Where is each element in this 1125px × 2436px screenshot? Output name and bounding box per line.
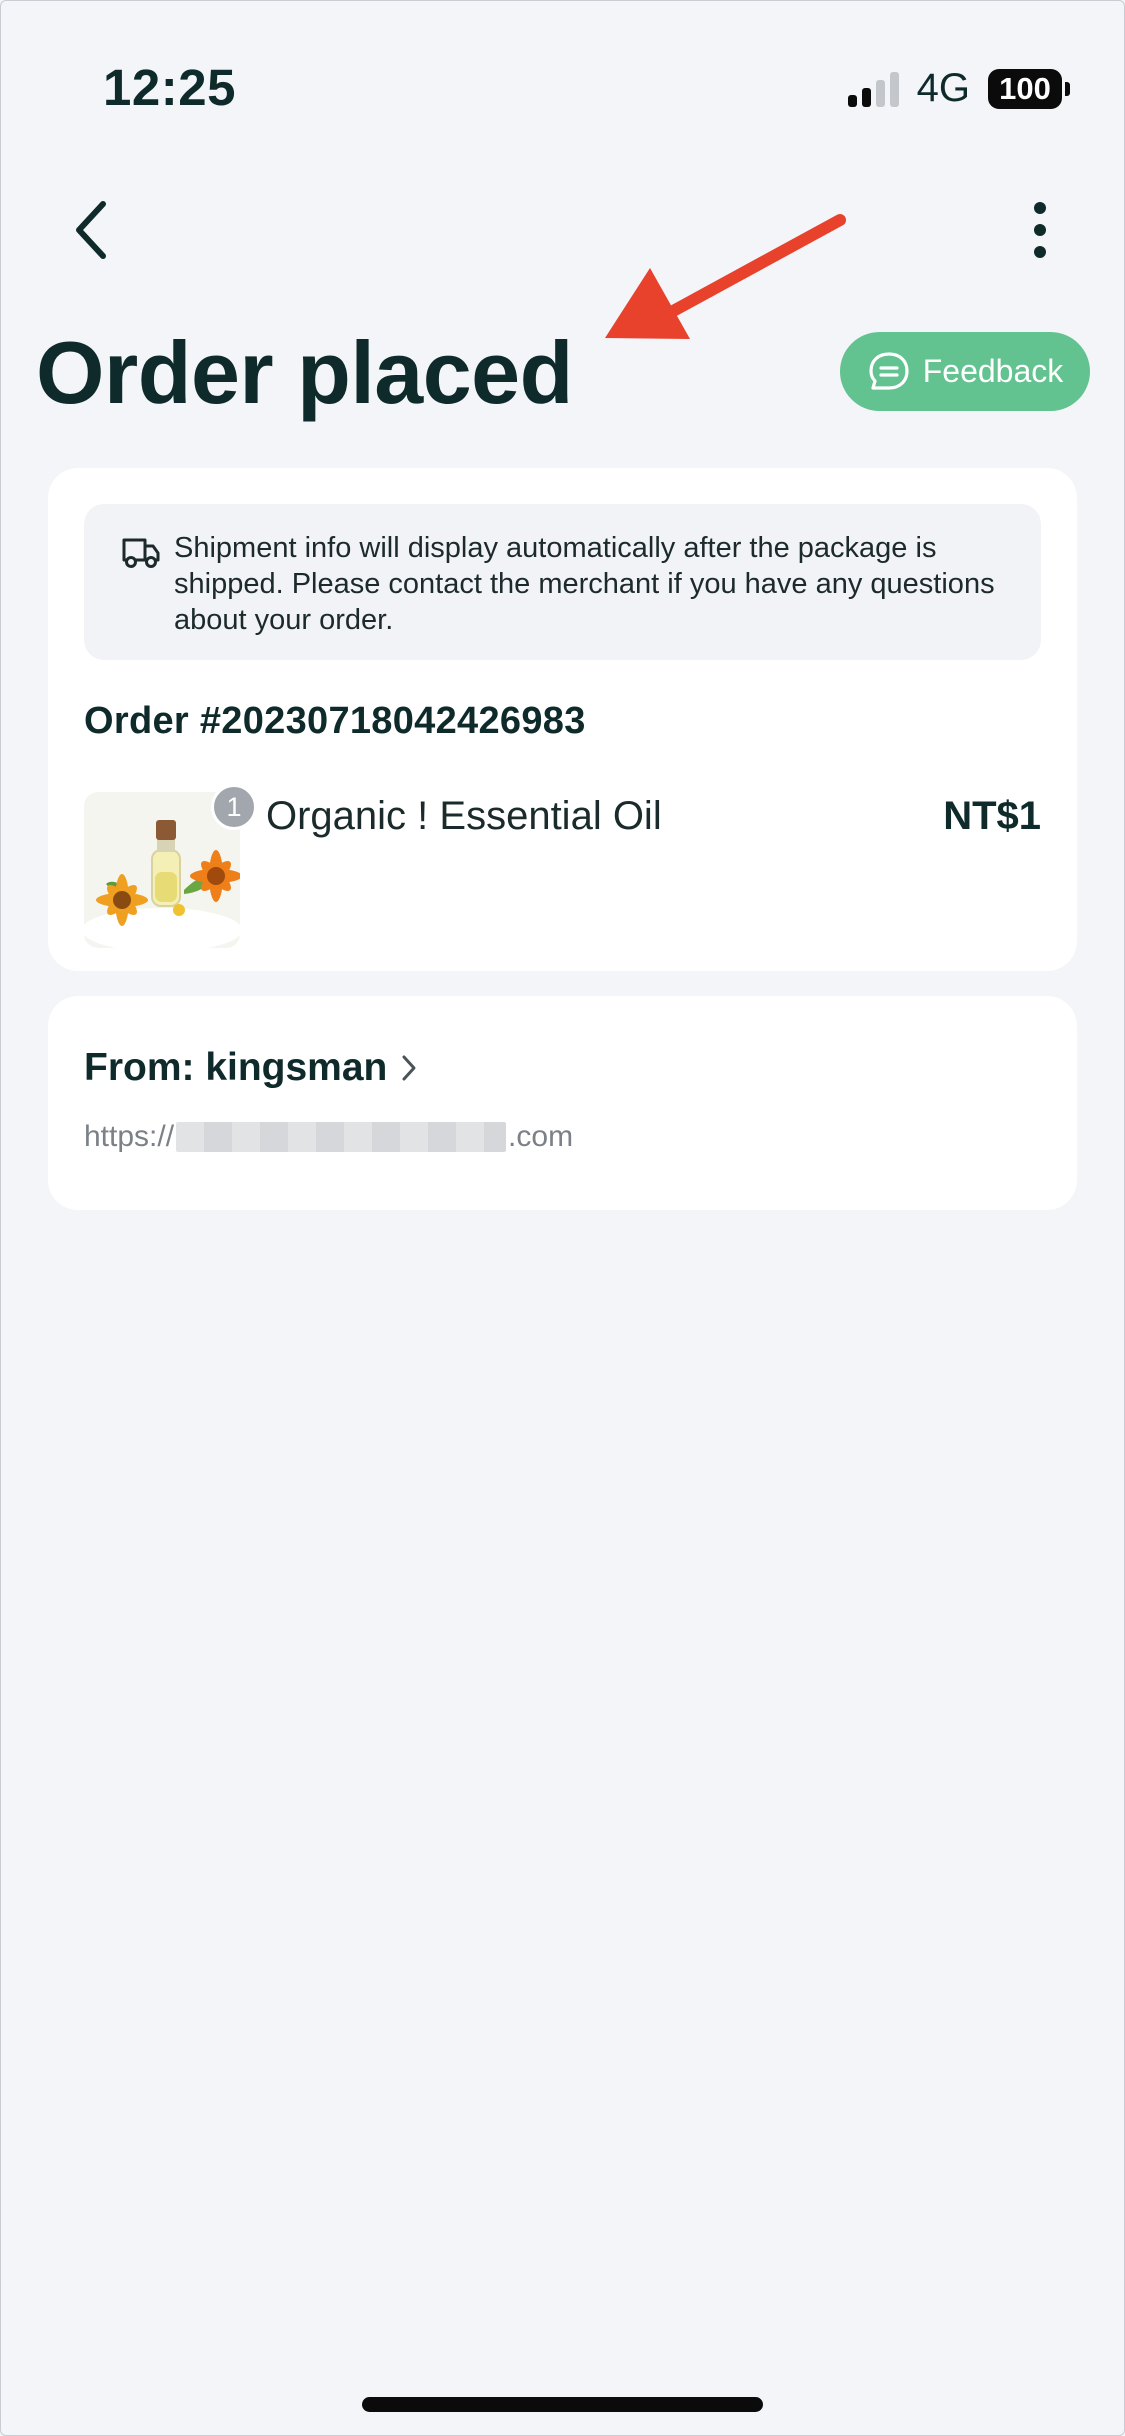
feedback-button[interactable]: Feedback <box>840 332 1090 411</box>
merchant-link[interactable]: From: kingsman <box>84 1046 417 1090</box>
url-redaction <box>176 1122 507 1152</box>
shipment-notice-text: Shipment info will display automatically… <box>174 532 995 636</box>
home-indicator[interactable] <box>362 2397 763 2412</box>
more-options-button[interactable] <box>1010 190 1070 270</box>
annotation-arrow <box>605 214 846 339</box>
merchant-url-suffix: .com <box>508 1120 574 1153</box>
chat-bubble-icon <box>869 351 909 390</box>
status-bar: 12:25 4G 100 <box>0 0 1125 180</box>
network-type: 4G <box>916 66 970 110</box>
shipment-notice: Shipment info will display automatically… <box>84 504 1041 660</box>
more-vertical-icon <box>1034 202 1046 258</box>
product-name[interactable]: Organic ! Essential Oil <box>266 794 662 839</box>
merchant-url[interactable]: https:// .com <box>84 1120 573 1154</box>
order-card: Shipment info will display automatically… <box>48 468 1077 971</box>
page-title: Order placed <box>36 323 573 422</box>
status-time: 12:25 <box>103 59 236 116</box>
battery-level: 100 <box>988 68 1062 109</box>
merchant-card: From: kingsman https:// .com <box>48 996 1077 1210</box>
chevron-left-icon <box>76 201 106 259</box>
battery-icon: 100 <box>988 68 1070 109</box>
merchant-url-prefix: https:// <box>84 1120 175 1153</box>
quantity-badge: 1 <box>211 784 257 830</box>
order-number: Order #20230718042426983 <box>84 700 586 742</box>
merchant-name: From: kingsman <box>84 1046 388 1089</box>
cellular-signal-icon <box>847 71 899 107</box>
truck-icon <box>122 538 160 568</box>
feedback-label: Feedback <box>922 353 1064 389</box>
status-indicators: 4G 100 <box>847 66 1070 111</box>
product-price: NT$1 <box>943 794 1041 838</box>
back-button[interactable] <box>56 190 126 270</box>
chevron-right-icon <box>402 1055 416 1081</box>
